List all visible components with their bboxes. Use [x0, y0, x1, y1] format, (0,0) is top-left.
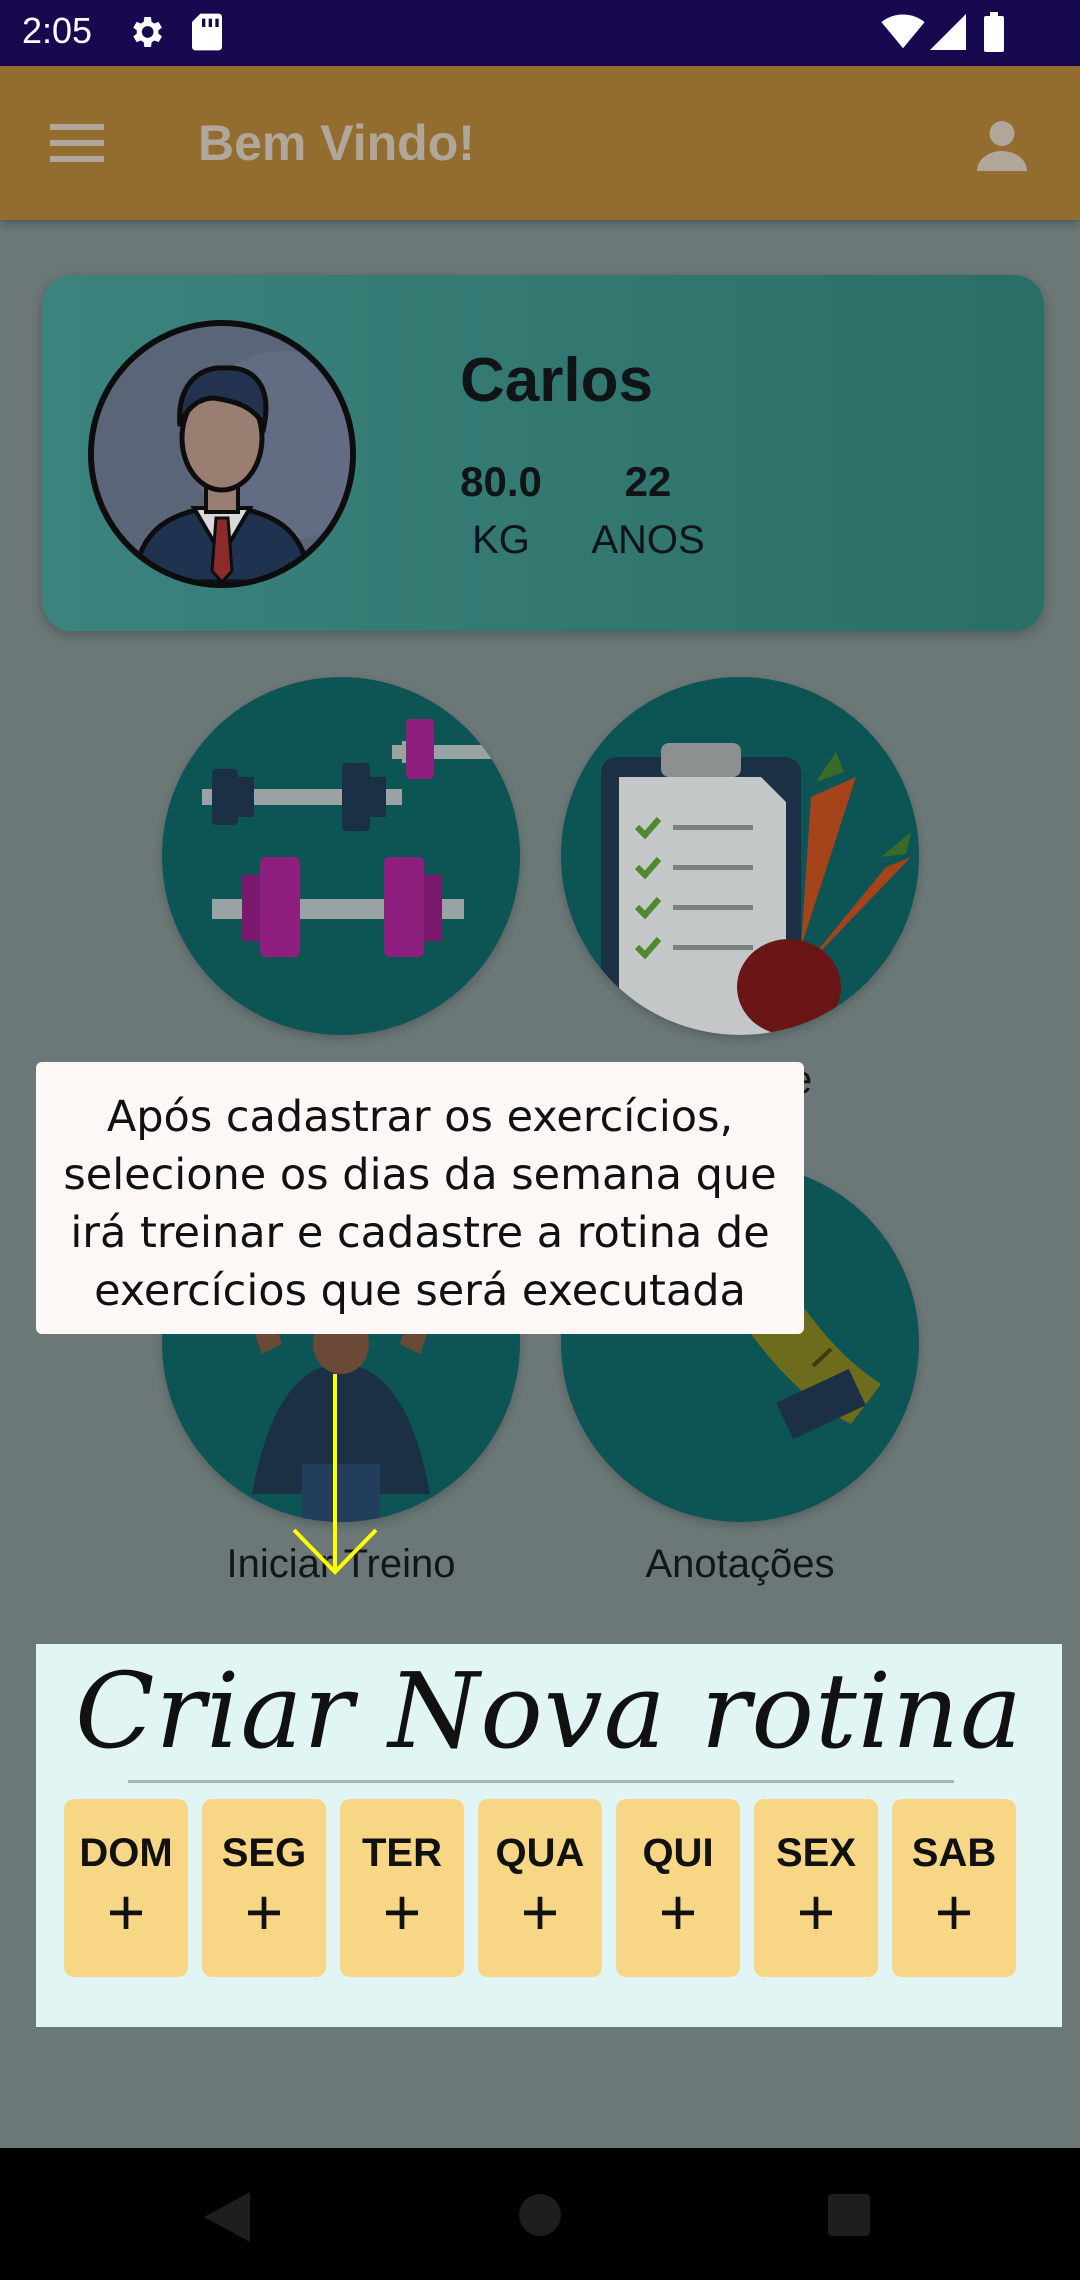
signal-icon	[930, 14, 966, 50]
day-button-qua[interactable]: QUA +	[478, 1799, 602, 1977]
new-routine-panel: Criar Nova rotina DOM + SEG + TER + QUA …	[36, 1644, 1062, 2027]
navigation-bar	[0, 2148, 1080, 2280]
day-label: QUI	[642, 1831, 714, 1875]
avatar	[88, 320, 356, 588]
status-time: 2:05	[22, 10, 93, 51]
gear-icon	[133, 17, 162, 47]
age-value: 22	[624, 458, 672, 505]
routine-title: Criar Nova rotina	[74, 1650, 1024, 1772]
plus-icon: +	[796, 1875, 836, 1949]
weight-value: 80.0	[460, 458, 542, 505]
diet-button[interactable]	[561, 677, 919, 1035]
arrow-down-icon	[292, 1374, 378, 1575]
day-button-ter[interactable]: TER +	[340, 1799, 464, 1977]
age-unit: ANOS	[591, 518, 705, 562]
plus-icon: +	[382, 1875, 422, 1949]
day-label: TER	[362, 1831, 442, 1875]
plus-icon: +	[520, 1875, 560, 1949]
app-title: Bem Vindo!	[198, 115, 475, 171]
wifi-icon	[881, 14, 925, 49]
day-button-seg[interactable]: SEG +	[202, 1799, 326, 1977]
status-bar: 2:05	[0, 0, 1080, 66]
weight-unit: KG	[472, 518, 530, 562]
plus-icon: +	[244, 1875, 284, 1949]
day-button-sex[interactable]: SEX +	[754, 1799, 878, 1977]
dumbbell-icon	[202, 719, 520, 957]
day-label: QUA	[495, 1831, 585, 1875]
day-button-sab[interactable]: SAB +	[892, 1799, 1016, 1977]
profile-name: Carlos	[460, 346, 653, 415]
tutorial-tooltip[interactable]: Após cadastrar os exercícios, selecione …	[36, 1062, 804, 1334]
day-button-dom[interactable]: DOM +	[64, 1799, 188, 1977]
app-bar: Bem Vindo!	[0, 66, 1080, 220]
divider	[128, 1780, 954, 1783]
back-icon[interactable]	[204, 2192, 250, 2242]
day-label: SEX	[775, 1831, 857, 1875]
day-label: SAB	[911, 1831, 997, 1875]
feature-label-notes: Anotações	[645, 1542, 835, 1586]
recents-icon[interactable]	[828, 2194, 870, 2236]
plus-icon: +	[934, 1875, 974, 1949]
person-icon[interactable]	[972, 116, 1032, 176]
plus-icon: +	[658, 1875, 698, 1949]
battery-icon	[984, 12, 1004, 52]
exercises-button[interactable]	[162, 677, 520, 1035]
day-label: DOM	[79, 1831, 173, 1875]
day-label: SEG	[221, 1831, 307, 1875]
menu-icon[interactable]	[50, 124, 104, 162]
businessman-avatar-icon	[94, 326, 350, 582]
day-button-qui[interactable]: QUI +	[616, 1799, 740, 1977]
sd-card-icon	[192, 13, 222, 51]
diet-clipboard-icon	[601, 743, 911, 1035]
plus-icon: +	[106, 1875, 146, 1949]
tooltip-text: Após cadastrar os exercícios, selecione …	[63, 1092, 777, 1316]
home-icon[interactable]	[519, 2194, 561, 2236]
